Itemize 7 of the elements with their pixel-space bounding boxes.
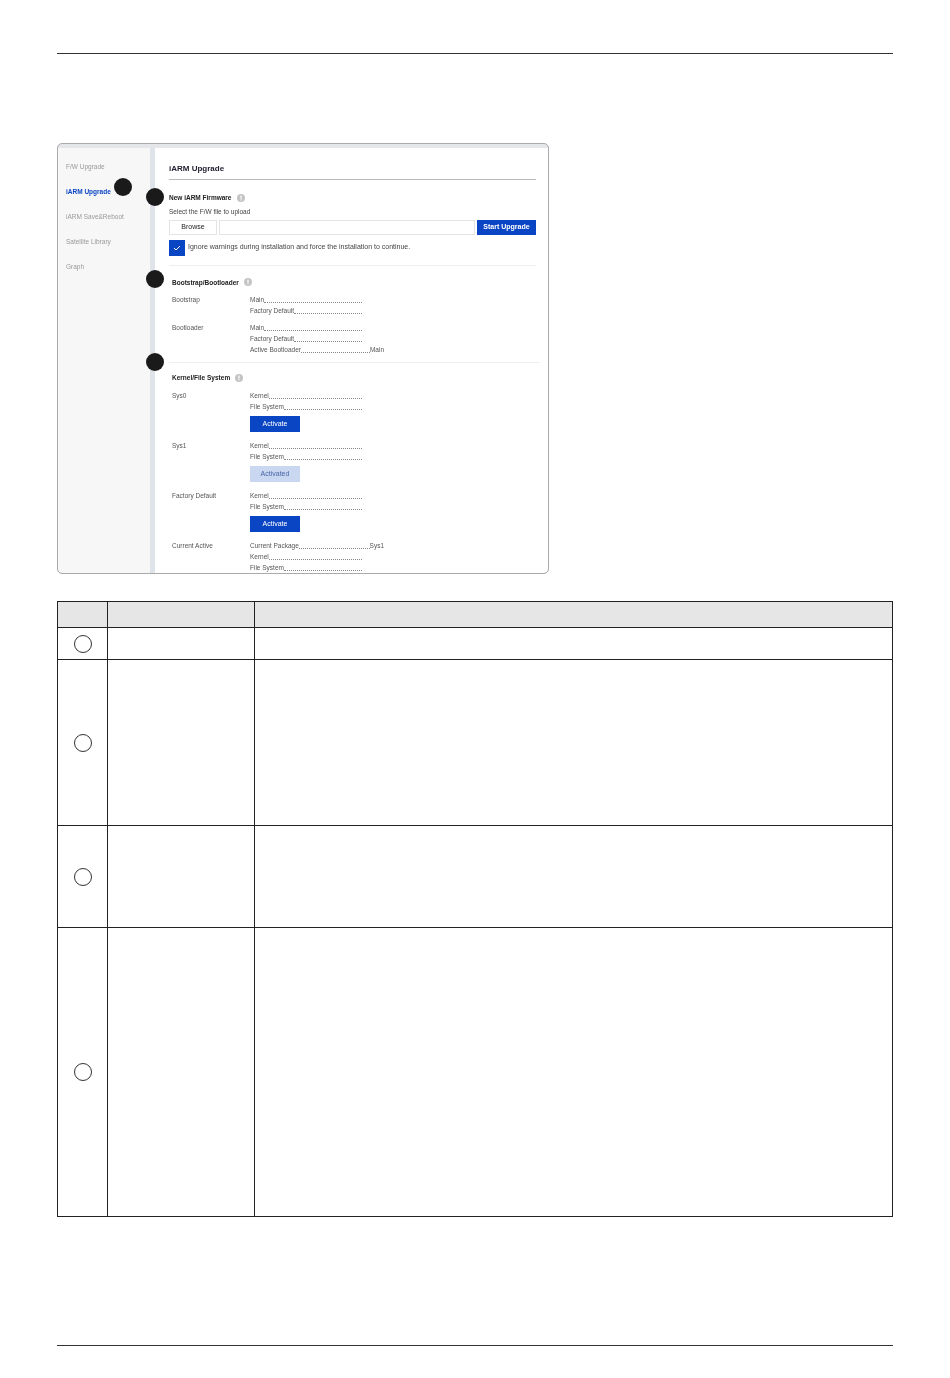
- info-icon: [235, 374, 244, 383]
- info-icon: [243, 278, 252, 287]
- page-title: iARM Upgrade: [169, 164, 226, 174]
- check-icon: [173, 244, 181, 251]
- checkbox[interactable]: [169, 239, 185, 256]
- file-field[interactable]: [219, 219, 475, 235]
- info-icon: [236, 193, 245, 202]
